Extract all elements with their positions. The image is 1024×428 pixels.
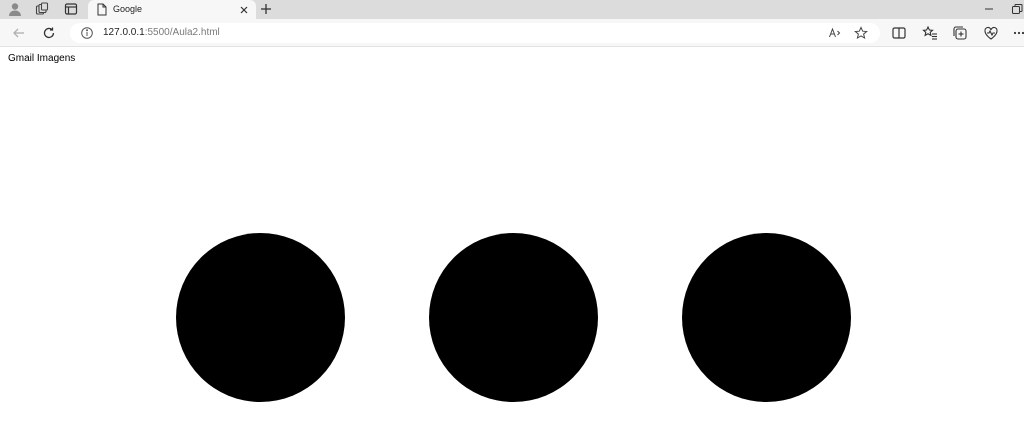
tab-strip: Google [0,0,1024,19]
favorites-icon[interactable] [922,25,938,41]
page-icon [96,3,108,16]
read-aloud-icon[interactable] [828,26,842,40]
collections-icon[interactable] [952,25,968,41]
favorite-star-icon[interactable] [854,26,868,40]
url-text[interactable]: 127.0.0.1:5500/Aula2.html [103,27,220,39]
page-content: Gmail Imagens [0,47,1024,428]
black-circle-1 [176,233,345,402]
black-circle-3 [682,233,851,402]
tab-google[interactable]: Google [88,0,256,19]
gmail-link[interactable]: Gmail [8,53,34,64]
address-bar[interactable]: 127.0.0.1:5500/Aula2.html [70,23,880,43]
images-link[interactable]: Imagens [37,53,75,64]
workspaces-icon[interactable] [33,1,51,17]
black-circle-2 [429,233,598,402]
top-links: Gmail Imagens [8,53,75,65]
info-icon[interactable] [80,26,94,40]
tab-title: Google [113,4,143,14]
close-icon[interactable] [238,3,250,15]
browser-essentials-icon[interactable] [983,25,999,41]
new-tab-icon[interactable] [258,1,274,17]
minimize-icon[interactable] [982,2,996,16]
back-icon[interactable] [11,25,27,41]
restore-icon[interactable] [1010,2,1024,16]
profile-icon[interactable] [6,1,24,17]
more-icon[interactable] [1012,25,1024,41]
browser-toolbar: 127.0.0.1:5500/Aula2.html [0,19,1024,47]
url-path: :5500/Aula2.html [144,27,220,38]
split-screen-icon[interactable] [891,25,907,41]
refresh-icon[interactable] [41,25,57,41]
url-host: 127.0.0.1 [103,27,145,38]
tab-actions-icon[interactable] [62,1,80,17]
